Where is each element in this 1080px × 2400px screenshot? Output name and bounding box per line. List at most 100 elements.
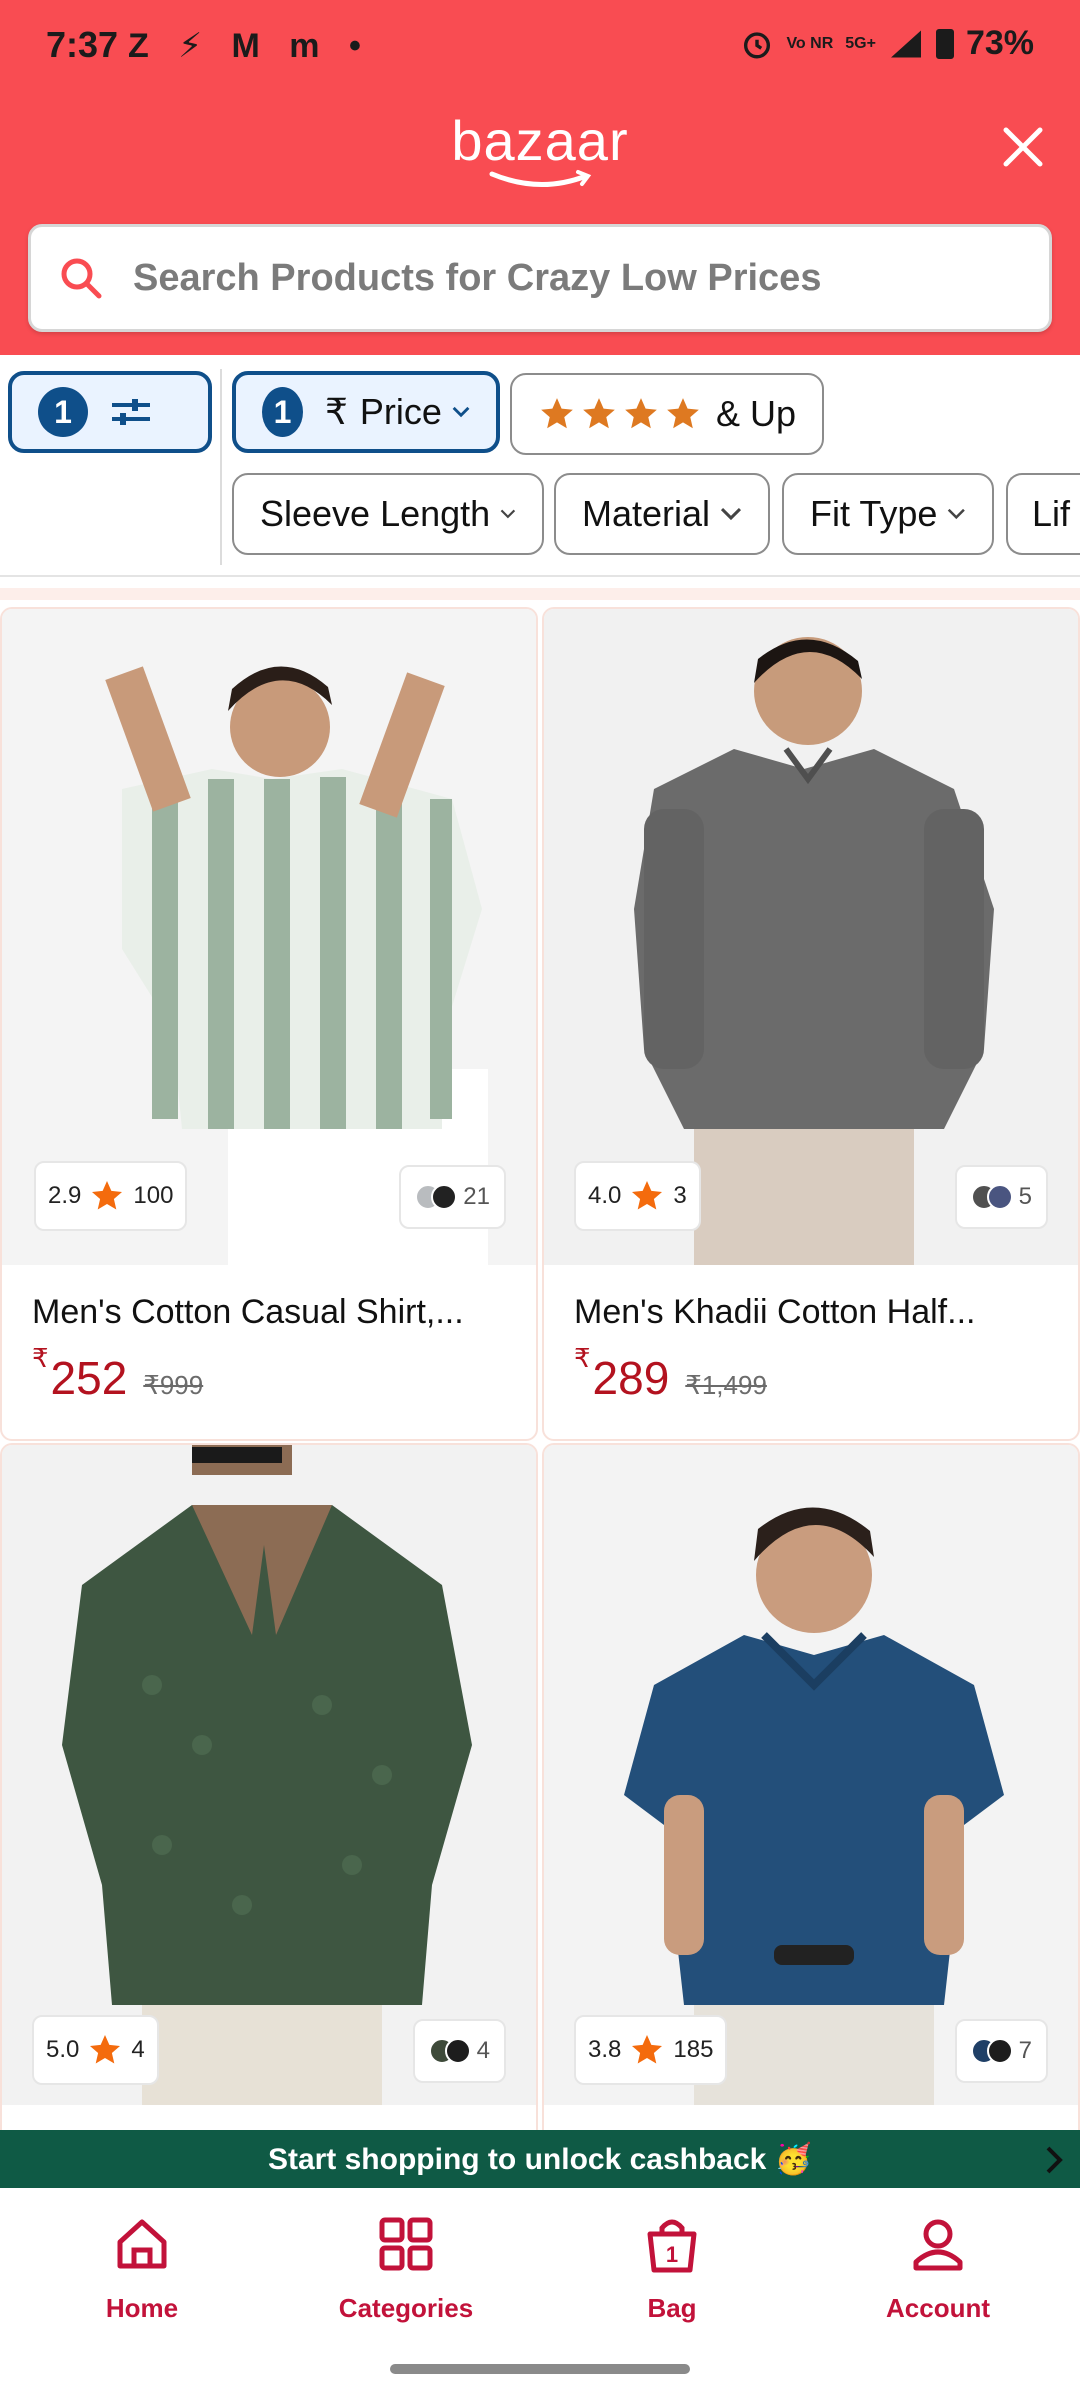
shirt-image bbox=[2, 1445, 536, 2105]
status-time: 7:37 bbox=[46, 24, 119, 65]
list-price: ₹1,499 bbox=[685, 1370, 767, 1400]
chip-label: Sleeve Length bbox=[260, 493, 491, 534]
search-icon bbox=[61, 258, 102, 299]
price-row: ₹252 ₹999 bbox=[32, 1343, 204, 1405]
status-right: Vo NR 5G+ 73% bbox=[740, 24, 1034, 63]
chevron-right-icon bbox=[1046, 2146, 1063, 2174]
alarm-icon bbox=[744, 31, 771, 58]
nav-home[interactable]: Home bbox=[42, 2214, 242, 2324]
color-count: 5 bbox=[1018, 1183, 1032, 1210]
brand-logo: bazaar bbox=[451, 109, 629, 172]
chevron-down-icon bbox=[452, 406, 470, 418]
review-count: 185 bbox=[673, 2036, 714, 2063]
sleeve-length-chip[interactable]: Sleeve Length bbox=[232, 473, 544, 555]
nav-bag[interactable]: 1 Bag bbox=[572, 2214, 772, 2324]
list-price: ₹999 bbox=[143, 1370, 204, 1400]
product-card[interactable]: 2.9 100 21 Men's Cotton Casual Shirt,...… bbox=[0, 607, 538, 1441]
all-filters-button[interactable]: 1 bbox=[8, 371, 212, 453]
chevron-down-icon bbox=[720, 507, 742, 521]
rating-label: & Up bbox=[716, 393, 797, 434]
notification-icons: Z ⚡ M m • bbox=[128, 27, 371, 65]
color-dots-icon bbox=[970, 1184, 1013, 1210]
star-icon bbox=[632, 2035, 663, 2064]
filter-count-badge: 1 bbox=[38, 387, 88, 437]
status-bar: 7:37 Z ⚡ M m • Vo NR 5G+ 73% bbox=[0, 0, 1080, 92]
product-card[interactable]: 4.0 3 5 Men's Khadii Cotton Half... ₹289… bbox=[542, 607, 1080, 1441]
product-title[interactable]: Men's Khadii Cotton Half... bbox=[574, 1293, 1054, 1332]
search-placeholder: Search Products for Crazy Low Prices bbox=[133, 256, 822, 299]
shirt-image bbox=[544, 1445, 1078, 2105]
color-swatches[interactable]: 4 bbox=[412, 2019, 506, 2083]
chevron-down-icon bbox=[500, 509, 516, 519]
price-row: ₹289 ₹1,499 bbox=[574, 1343, 767, 1405]
color-count: 21 bbox=[463, 1183, 490, 1210]
color-swatches[interactable]: 5 bbox=[954, 1165, 1048, 1229]
color-swatches[interactable]: 21 bbox=[399, 1165, 506, 1229]
nav-bag-label: Bag bbox=[647, 2293, 697, 2323]
filter-divider bbox=[220, 369, 222, 565]
nav-account[interactable]: Account bbox=[838, 2214, 1038, 2324]
color-swatches[interactable]: 7 bbox=[954, 2019, 1048, 2083]
product-image[interactable] bbox=[544, 1445, 1078, 2105]
home-indicator[interactable] bbox=[390, 2364, 690, 2374]
rating-filter-chip[interactable]: & Up bbox=[510, 373, 824, 455]
filter-bar: 1 1 ₹ Price & Up Sleeve Length Material … bbox=[0, 355, 1080, 577]
review-count: 100 bbox=[133, 1182, 174, 1209]
rating-pill: 2.9 100 bbox=[34, 1161, 188, 1231]
chevron-down-icon bbox=[948, 508, 966, 520]
star-icon bbox=[90, 2035, 121, 2064]
rating-value: 5.0 bbox=[46, 2036, 80, 2063]
material-chip[interactable]: Material bbox=[554, 473, 770, 555]
nav-categories-label: Categories bbox=[338, 2293, 474, 2323]
app-root: 7:37 Z ⚡ M m • Vo NR 5G+ 73% bazaar Sear… bbox=[0, 0, 1080, 2400]
product-card[interactable]: 3.8 185 7 bbox=[542, 1443, 1080, 2143]
nav-home-label: Home bbox=[105, 2293, 179, 2323]
chip-label: Lif bbox=[1032, 493, 1071, 534]
search-bar[interactable]: Search Products for Crazy Low Prices bbox=[28, 224, 1052, 332]
signal-label: 5G+ bbox=[845, 34, 876, 52]
nav-categories[interactable]: Categories bbox=[306, 2214, 506, 2324]
cashback-text: Start shopping to unlock cashback 🥳 bbox=[267, 2142, 813, 2176]
battery-icon bbox=[935, 28, 954, 59]
rating-pill: 3.8 185 bbox=[574, 2015, 728, 2085]
price-count-badge: 1 bbox=[262, 387, 304, 437]
user-icon bbox=[913, 2219, 963, 2271]
battery-level: 73% bbox=[965, 24, 1034, 62]
sale-price: ₹252 bbox=[32, 1343, 128, 1404]
header: 7:37 Z ⚡ M m • Vo NR 5G+ 73% bazaar Sear… bbox=[0, 0, 1080, 355]
color-dots-icon bbox=[428, 2038, 471, 2064]
price-filter-chip[interactable]: 1 ₹ Price bbox=[232, 371, 500, 453]
chip-label: Fit Type bbox=[810, 493, 938, 534]
close-icon[interactable] bbox=[1000, 124, 1046, 170]
grid-top-spacer bbox=[0, 588, 1080, 600]
lifestyle-chip[interactable]: Lif bbox=[1006, 473, 1080, 555]
grid-icon bbox=[379, 2217, 433, 2271]
star-icon bbox=[92, 1181, 123, 1210]
rating-pill: 5.0 4 bbox=[32, 2015, 159, 2085]
review-count: 3 bbox=[673, 1182, 687, 1209]
price-label: Price bbox=[359, 391, 442, 432]
star-icon bbox=[632, 1181, 663, 1210]
fit-type-chip[interactable]: Fit Type bbox=[782, 473, 994, 555]
product-card[interactable]: 5.0 4 4 bbox=[0, 1443, 538, 2143]
network-label: Vo NR bbox=[786, 34, 834, 52]
bag-icon: 1 bbox=[647, 2219, 697, 2273]
rating-value: 3.8 bbox=[588, 2036, 622, 2063]
rating-value: 4.0 bbox=[588, 1182, 622, 1209]
color-count: 7 bbox=[1018, 2037, 1032, 2064]
four-stars-icon bbox=[538, 395, 702, 433]
rupee-icon: ₹ bbox=[325, 391, 348, 432]
sliders-icon bbox=[112, 399, 150, 425]
signal-icon bbox=[890, 30, 921, 57]
product-image[interactable] bbox=[2, 1445, 536, 2105]
rupee-icon: ₹ bbox=[574, 1343, 591, 1373]
product-title[interactable]: Men's Cotton Casual Shirt,... bbox=[32, 1293, 512, 1332]
color-dots-icon bbox=[970, 2038, 1013, 2064]
cashback-banner[interactable]: Start shopping to unlock cashback 🥳 bbox=[0, 2130, 1080, 2188]
rupee-icon: ₹ bbox=[32, 1343, 49, 1373]
rating-value: 2.9 bbox=[48, 1182, 82, 1209]
brand-smile-icon bbox=[489, 170, 592, 187]
color-dots-icon bbox=[415, 1184, 458, 1210]
nav-account-label: Account bbox=[886, 2293, 990, 2323]
review-count: 4 bbox=[131, 2036, 145, 2063]
